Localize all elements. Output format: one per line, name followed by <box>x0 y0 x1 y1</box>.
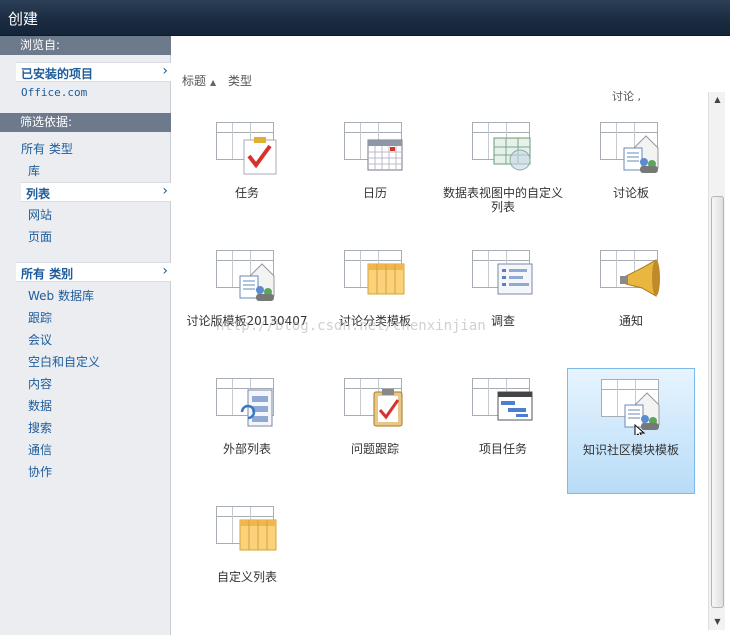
filter-category-communication[interactable]: 通信 <box>28 441 52 458</box>
filter-category-tracking[interactable]: 跟踪 <box>28 309 52 326</box>
template-tile-category-template[interactable]: 讨论分类模板 <box>311 240 439 366</box>
template-tile-calendar[interactable]: 日历 <box>311 112 439 238</box>
template-tile-project-tasks[interactable]: 项目任务 <box>439 368 567 494</box>
scrollbar-thumb[interactable] <box>711 196 724 608</box>
template-tile-discussion-template[interactable]: 讨论版模板20130407 <box>183 240 311 366</box>
left-pane: 浏览自: 已安装的项目 › Office.com 筛选依据: 所有 类型 库 列… <box>0 36 171 635</box>
issue-clipboard-icon <box>342 374 406 434</box>
template-tile-datasheet-custom-list[interactable]: 数据表视图中的自定义列表 <box>439 112 567 238</box>
cutoff-label: 讨论 , <box>612 90 641 103</box>
community-template-icon <box>599 375 663 435</box>
chevron-right-icon: › <box>162 63 168 79</box>
filter-category-meetings[interactable]: 会议 <box>28 331 52 348</box>
filter-all-categories-label: 所有 类别 <box>21 267 74 281</box>
tile-label: 数据表视图中的自定义列表 <box>442 186 563 214</box>
browse-office-com-link[interactable]: Office.com <box>21 86 87 99</box>
template-tile-custom-list[interactable]: 自定义列表 <box>183 496 311 622</box>
tile-label: 通知 <box>618 314 643 328</box>
filter-category-search[interactable]: 搜索 <box>28 419 52 436</box>
template-tile-task[interactable]: 任务 <box>183 112 311 238</box>
calendar-icon <box>342 118 406 178</box>
category-grid-icon <box>342 246 406 306</box>
sort-ascending-icon: ▲ <box>210 78 217 87</box>
template-tile-discussion-board[interactable]: 讨论板 <box>567 112 695 238</box>
filter-type-list-selected[interactable]: 列表 › <box>21 182 171 202</box>
sort-by-type[interactable]: 类型 <box>228 74 252 88</box>
filter-category-web-database[interactable]: Web 数据库 <box>28 287 94 304</box>
announcement-megaphone-icon <box>598 246 662 306</box>
filter-type-page[interactable]: 页面 <box>28 228 52 245</box>
browse-header: 浏览自: <box>0 36 171 55</box>
filter-category-content[interactable]: 内容 <box>28 375 52 392</box>
tile-label: 讨论板 <box>612 186 649 200</box>
tile-label: 日历 <box>362 186 387 200</box>
template-tile-community-template[interactable]: 知识社区模块模板 <box>567 368 695 494</box>
title-bar: 创建 <box>0 0 730 36</box>
scroll-down-arrow-icon[interactable]: ▼ <box>709 614 726 630</box>
external-list-icon <box>214 374 278 434</box>
filter-category-data[interactable]: 数据 <box>28 397 52 414</box>
datasheet-custom-list-icon <box>470 118 534 178</box>
project-gantt-icon <box>470 374 534 434</box>
filter-type-list-label: 列表 <box>26 187 51 201</box>
tile-label: 知识社区模块模板 <box>582 443 679 457</box>
template-tile-survey[interactable]: 调查 <box>439 240 567 366</box>
browse-installed-label: 已安装的项目 <box>21 67 94 81</box>
watermark: http://blog.csdn.net/chenxinjian <box>216 318 486 334</box>
sort-by-title[interactable]: 标题 <box>182 74 206 88</box>
scroll-up-arrow-icon[interactable]: ▲ <box>709 92 726 108</box>
filter-type-site[interactable]: 网站 <box>28 206 52 223</box>
filter-all-categories[interactable]: 所有 类别 › <box>16 262 171 282</box>
tile-label: 外部列表 <box>222 442 271 456</box>
filter-category-blank-custom[interactable]: 空白和自定义 <box>28 353 100 370</box>
filter-type-library[interactable]: 库 <box>28 162 40 179</box>
chevron-right-icon: › <box>162 183 168 199</box>
window-title: 创建 <box>8 10 39 28</box>
vertical-scrollbar[interactable]: ▲ ▼ <box>708 92 725 630</box>
discussion-template-icon <box>214 246 278 306</box>
custom-list-icon <box>214 502 278 562</box>
template-tile-external-list[interactable]: 外部列表 <box>183 368 311 494</box>
main-pane: 标题 ▲ 类型 讨论 , 任务 日历 数据表视图中的自定义列表 讨论板 讨论版模… <box>172 36 730 635</box>
filter-category-collaboration[interactable]: 协作 <box>28 463 52 480</box>
tile-label: 任务 <box>234 186 259 200</box>
tile-label: 问题跟踪 <box>350 442 399 456</box>
task-check-icon <box>214 118 278 178</box>
tile-label: 自定义列表 <box>216 570 277 584</box>
chevron-right-icon: › <box>162 263 168 279</box>
survey-icon <box>470 246 534 306</box>
discussion-board-icon <box>598 118 662 178</box>
template-tile-issue-tracking[interactable]: 问题跟踪 <box>311 368 439 494</box>
filter-header: 筛选依据: <box>0 113 171 132</box>
sort-bar: 标题 ▲ 类型 <box>182 72 256 89</box>
browse-installed-items[interactable]: 已安装的项目 › <box>16 62 171 82</box>
filter-all-types[interactable]: 所有 类型 <box>21 140 73 157</box>
template-tile-announcements[interactable]: 通知 <box>567 240 695 366</box>
tile-label: 项目任务 <box>478 442 527 456</box>
